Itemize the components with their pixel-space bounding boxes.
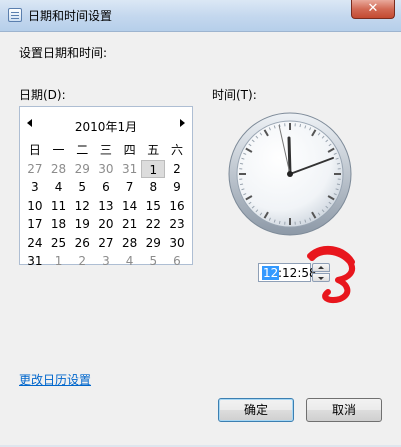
calendar-day[interactable]: 3 — [94, 252, 118, 271]
red-annotation-scribble — [307, 245, 356, 304]
weekday-header: 日 — [28, 143, 41, 157]
cancel-button[interactable]: 取消 — [306, 398, 382, 422]
time-label: 时间(T): — [212, 88, 257, 102]
calendar-grid: 日 一 二 三 四 五 六 27 28 29 30 31 1 2 3 4 5 6 7 8 9 10 11 12 1… — [23, 141, 189, 271]
calendar-day[interactable]: 2 — [165, 160, 189, 179]
calendar-day[interactable]: 31 — [118, 160, 142, 179]
calendar-week-row: 10 11 12 13 14 15 16 — [23, 197, 189, 216]
calendar-week-row: 24 25 26 27 28 29 30 — [23, 234, 189, 253]
calendar-day[interactable]: 4 — [47, 178, 71, 197]
calendar-day[interactable]: 28 — [47, 160, 71, 179]
calendar-day[interactable]: 2 — [70, 252, 94, 271]
calendar-day[interactable]: 29 — [70, 160, 94, 179]
clock-center — [287, 171, 293, 177]
calendar-day[interactable]: 21 — [118, 215, 142, 234]
calendar-day[interactable]: 30 — [165, 234, 189, 253]
page-heading: 设置日期和时间: — [19, 46, 108, 60]
weekday-header: 六 — [170, 143, 183, 157]
weekday-header: 二 — [76, 143, 89, 157]
calendar-day[interactable]: 25 — [47, 234, 71, 253]
calendar-week-row: 31 1 2 3 4 5 6 — [23, 252, 189, 271]
calendar-day[interactable]: 20 — [94, 215, 118, 234]
calendar-week-row: 27 28 29 30 31 1 2 — [23, 159, 189, 179]
next-month-icon[interactable] — [180, 119, 185, 127]
date-time-app-icon — [8, 8, 22, 22]
clock-minute-tick — [278, 220, 281, 224]
calendar-day[interactable]: 28 — [118, 234, 142, 253]
calendar-day[interactable]: 24 — [23, 234, 47, 253]
calendar-day[interactable]: 7 — [118, 178, 142, 197]
calendar-day[interactable]: 15 — [141, 197, 165, 216]
analog-clock — [228, 112, 352, 236]
calendar-day[interactable]: 27 — [23, 160, 47, 179]
calendar[interactable]: 2010年1月 日 一 二 三 四 五 六 27 28 29 30 31 1 2 3 4 5 6 7 8… — [19, 106, 193, 268]
calendar-day[interactable]: 4 — [118, 252, 142, 271]
clock-minute-tick — [240, 162, 244, 165]
calendar-day[interactable]: 30 — [94, 160, 118, 179]
change-calendar-settings-link[interactable]: 更改日历设置 — [19, 371, 91, 388]
calendar-week-row: 3456789 — [23, 178, 189, 197]
calendar-day[interactable]: 9 — [165, 178, 189, 197]
calendar-day[interactable]: 22 — [141, 215, 165, 234]
weekday-header: 四 — [123, 143, 136, 157]
calendar-day[interactable]: 29 — [141, 234, 165, 253]
calendar-day[interactable]: 6 — [165, 252, 189, 271]
calendar-month-title[interactable]: 2010年1月 — [20, 118, 192, 135]
date-label: 日期(D): — [19, 88, 66, 102]
ok-button[interactable]: 确定 — [218, 398, 294, 422]
weekday-header-row: 日 一 二 三 四 五 六 — [23, 141, 189, 160]
clock-minute-tick — [299, 220, 302, 224]
calendar-day[interactable]: 19 — [70, 215, 94, 234]
calendar-day[interactable]: 11 — [47, 197, 71, 216]
calendar-day[interactable]: 18 — [47, 215, 71, 234]
calendar-day[interactable]: 1 — [47, 252, 71, 271]
calendar-day[interactable]: 3 — [23, 178, 47, 197]
weekday-header: 三 — [99, 143, 112, 157]
calendar-day[interactable]: 14 — [118, 197, 142, 216]
calendar-day[interactable]: 16 — [165, 197, 189, 216]
calendar-week-row: 17 18 19 20 21 22 23 — [23, 215, 189, 234]
close-button[interactable]: ✕ — [351, 0, 395, 19]
calendar-day[interactable]: 12 — [70, 197, 94, 216]
calendar-day[interactable]: 26 — [70, 234, 94, 253]
calendar-day[interactable]: 10 — [23, 197, 47, 216]
calendar-day[interactable]: 8 — [141, 178, 165, 197]
time-hour-selected[interactable]: 12 — [262, 266, 280, 280]
calendar-day[interactable]: 13 — [94, 197, 118, 216]
weekday-header: 一 — [52, 143, 65, 157]
calendar-day[interactable]: 23 — [165, 215, 189, 234]
close-icon: ✕ — [367, 1, 379, 16]
window-title: 日期和时间设置 — [28, 9, 113, 23]
calendar-day[interactable]: 5 — [141, 252, 165, 271]
calendar-day[interactable]: 31 — [23, 252, 47, 271]
clock-minute-tick — [336, 183, 340, 186]
clock-minute-tick — [336, 162, 340, 165]
calendar-day[interactable]: 5 — [70, 178, 94, 197]
calendar-day[interactable]: 17 — [23, 215, 47, 234]
calendar-day[interactable]: 6 — [94, 178, 118, 197]
calendar-day[interactable]: 27 — [94, 234, 118, 253]
title-bar: 日期和时间设置 ✕ — [0, 0, 401, 32]
clock-minute-tick — [240, 183, 244, 186]
calendar-day-selected[interactable]: 1 — [141, 159, 166, 178]
clock-minute-tick — [299, 124, 302, 128]
weekday-header: 五 — [147, 143, 160, 157]
